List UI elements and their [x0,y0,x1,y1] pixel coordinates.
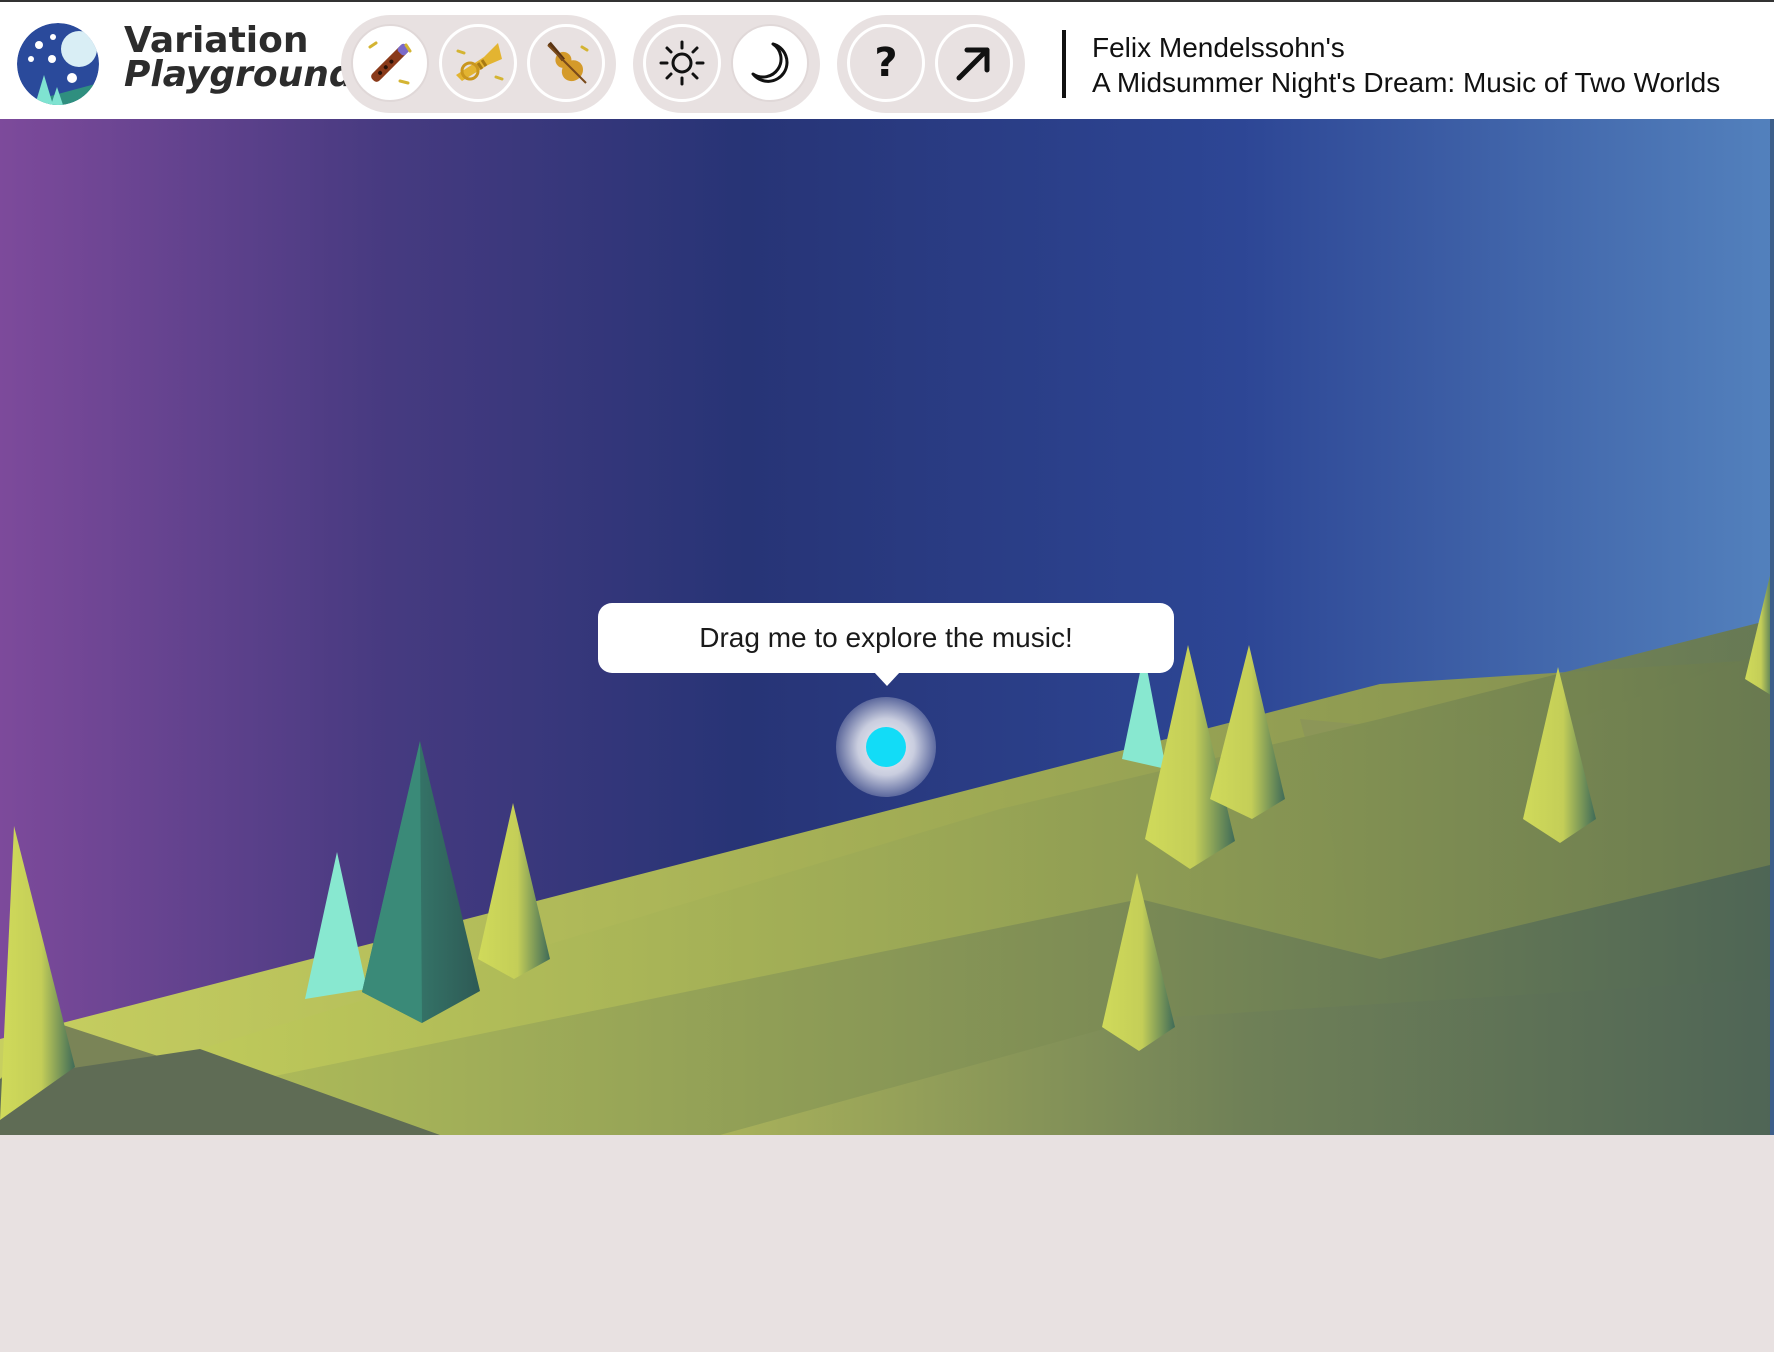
moon-icon [745,38,795,88]
help-label: ? [874,40,898,86]
scrollbar-edge[interactable] [1770,119,1774,1135]
logo-line-1: Variation [124,20,309,61]
violin-button[interactable] [527,24,605,102]
app-logo-text: Variation Playground [124,20,355,95]
help-button[interactable]: ? [847,24,925,102]
sun-icon [657,38,707,88]
flute-icon [360,33,420,93]
mode-selector [633,15,820,113]
share-button[interactable] [935,24,1013,102]
composer-name: Felix Mendelssohn's [1092,32,1345,63]
trumpet-icon [448,33,508,93]
violin-icon [536,33,596,93]
piece-title: A Midsummer Night's Dream: Music of Two … [1092,67,1721,98]
bottom-panel [0,1135,1774,1352]
instrument-selector [341,15,616,113]
landscape-scene[interactable]: Drag me to explore the music! [0,119,1774,1135]
arrow-up-right-icon [951,40,997,86]
logo-line-2: Playground [124,54,355,95]
draggable-explorer-dot[interactable] [836,697,936,797]
title-divider [1062,30,1066,98]
help-share-group: ? [837,15,1025,113]
night-mode-button[interactable] [731,24,809,102]
logo-icon [17,23,99,105]
trumpet-button[interactable] [439,24,517,102]
drag-tooltip: Drag me to explore the music! [598,603,1174,686]
flute-button[interactable] [351,24,429,102]
day-mode-button[interactable] [643,24,721,102]
header-bar: Variation Playground ? Felix Mendelssohn… [0,0,1774,119]
explorer-dot-core [866,727,906,767]
piece-title-block: Felix Mendelssohn's A Midsummer Night's … [1092,30,1720,100]
